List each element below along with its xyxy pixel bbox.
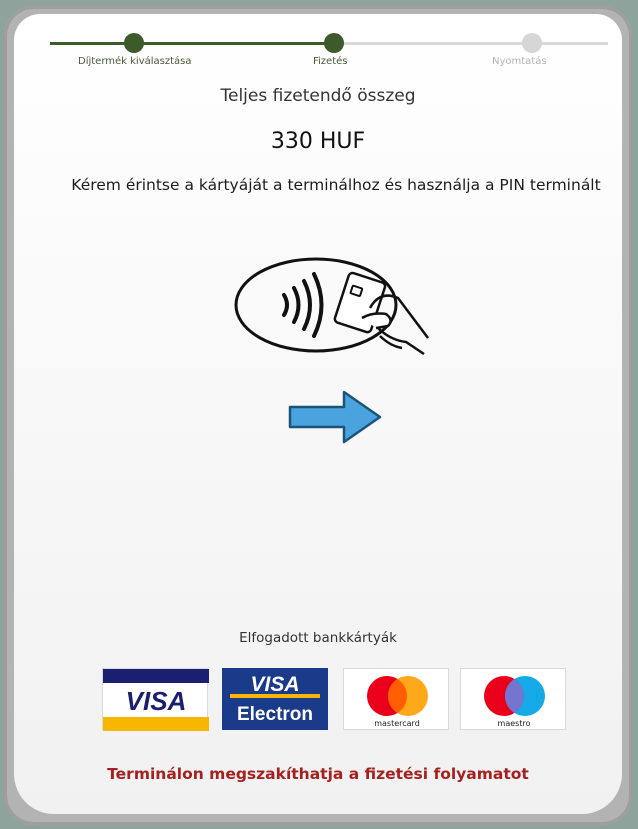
kiosk-screen: Díjtermék kiválasztása Fizetés Nyomtatás… <box>14 14 622 814</box>
total-label: Teljes fizetendő összeg <box>220 86 416 106</box>
visa-electron-card-logo: VISA Electron <box>222 668 328 730</box>
mastercard-card-logo: mastercard <box>343 668 449 730</box>
payment-instruction: Kérem érintse a kártyáját a terminálhoz … <box>71 176 601 194</box>
accepted-cards-heading: Elfogadott bankkártyák <box>239 630 397 646</box>
contactless-card-tap-icon <box>234 257 429 356</box>
step-label-product-selection: Díjtermék kiválasztása <box>78 56 192 67</box>
total-amount: 330 HUF <box>270 129 366 154</box>
step-dot-printing <box>522 33 542 53</box>
step-dot-payment <box>324 33 344 53</box>
progress-steps: Díjtermék kiválasztása Fizetés Nyomtatás <box>14 14 622 74</box>
progress-track-done <box>50 42 338 45</box>
right-arrow-icon <box>288 390 382 444</box>
visa-electron-bottom-text: Electron <box>237 704 313 725</box>
maestro-text: maestro <box>498 719 531 728</box>
visa-card-logo: VISA <box>102 668 209 731</box>
maestro-card-logo: maestro <box>460 668 566 730</box>
mastercard-text: mastercard <box>374 719 420 728</box>
visa-electron-top-text: VISA <box>250 673 299 696</box>
cancel-payment-notice: Terminálon megszakíthatja a fizetési fol… <box>107 765 529 783</box>
progress-track-todo <box>338 42 608 45</box>
step-label-payment: Fizetés <box>313 56 348 67</box>
step-dot-product-selection <box>124 33 144 53</box>
visa-text: VISA <box>126 686 187 716</box>
step-label-printing: Nyomtatás <box>492 56 547 67</box>
